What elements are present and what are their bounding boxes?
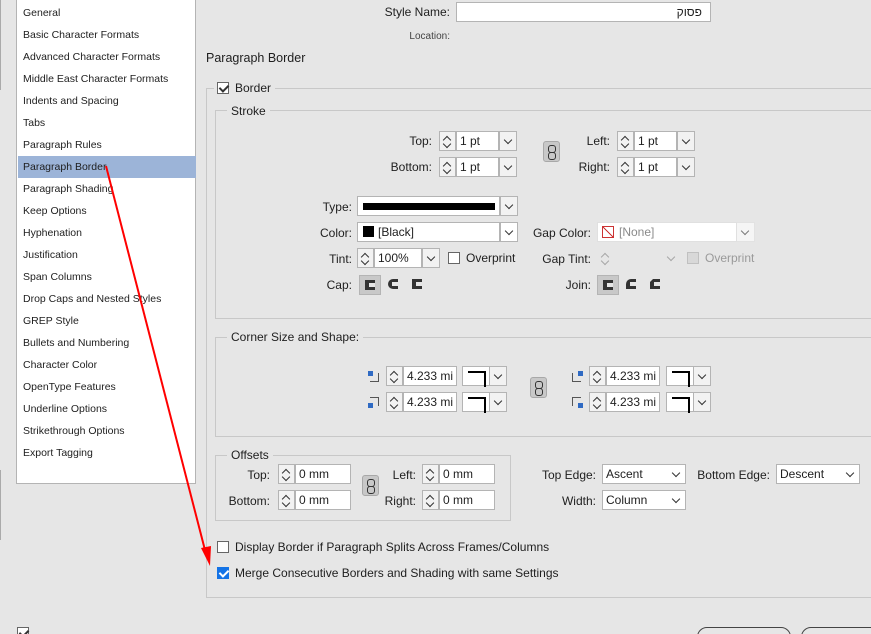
annotation-arrow xyxy=(105,165,211,566)
